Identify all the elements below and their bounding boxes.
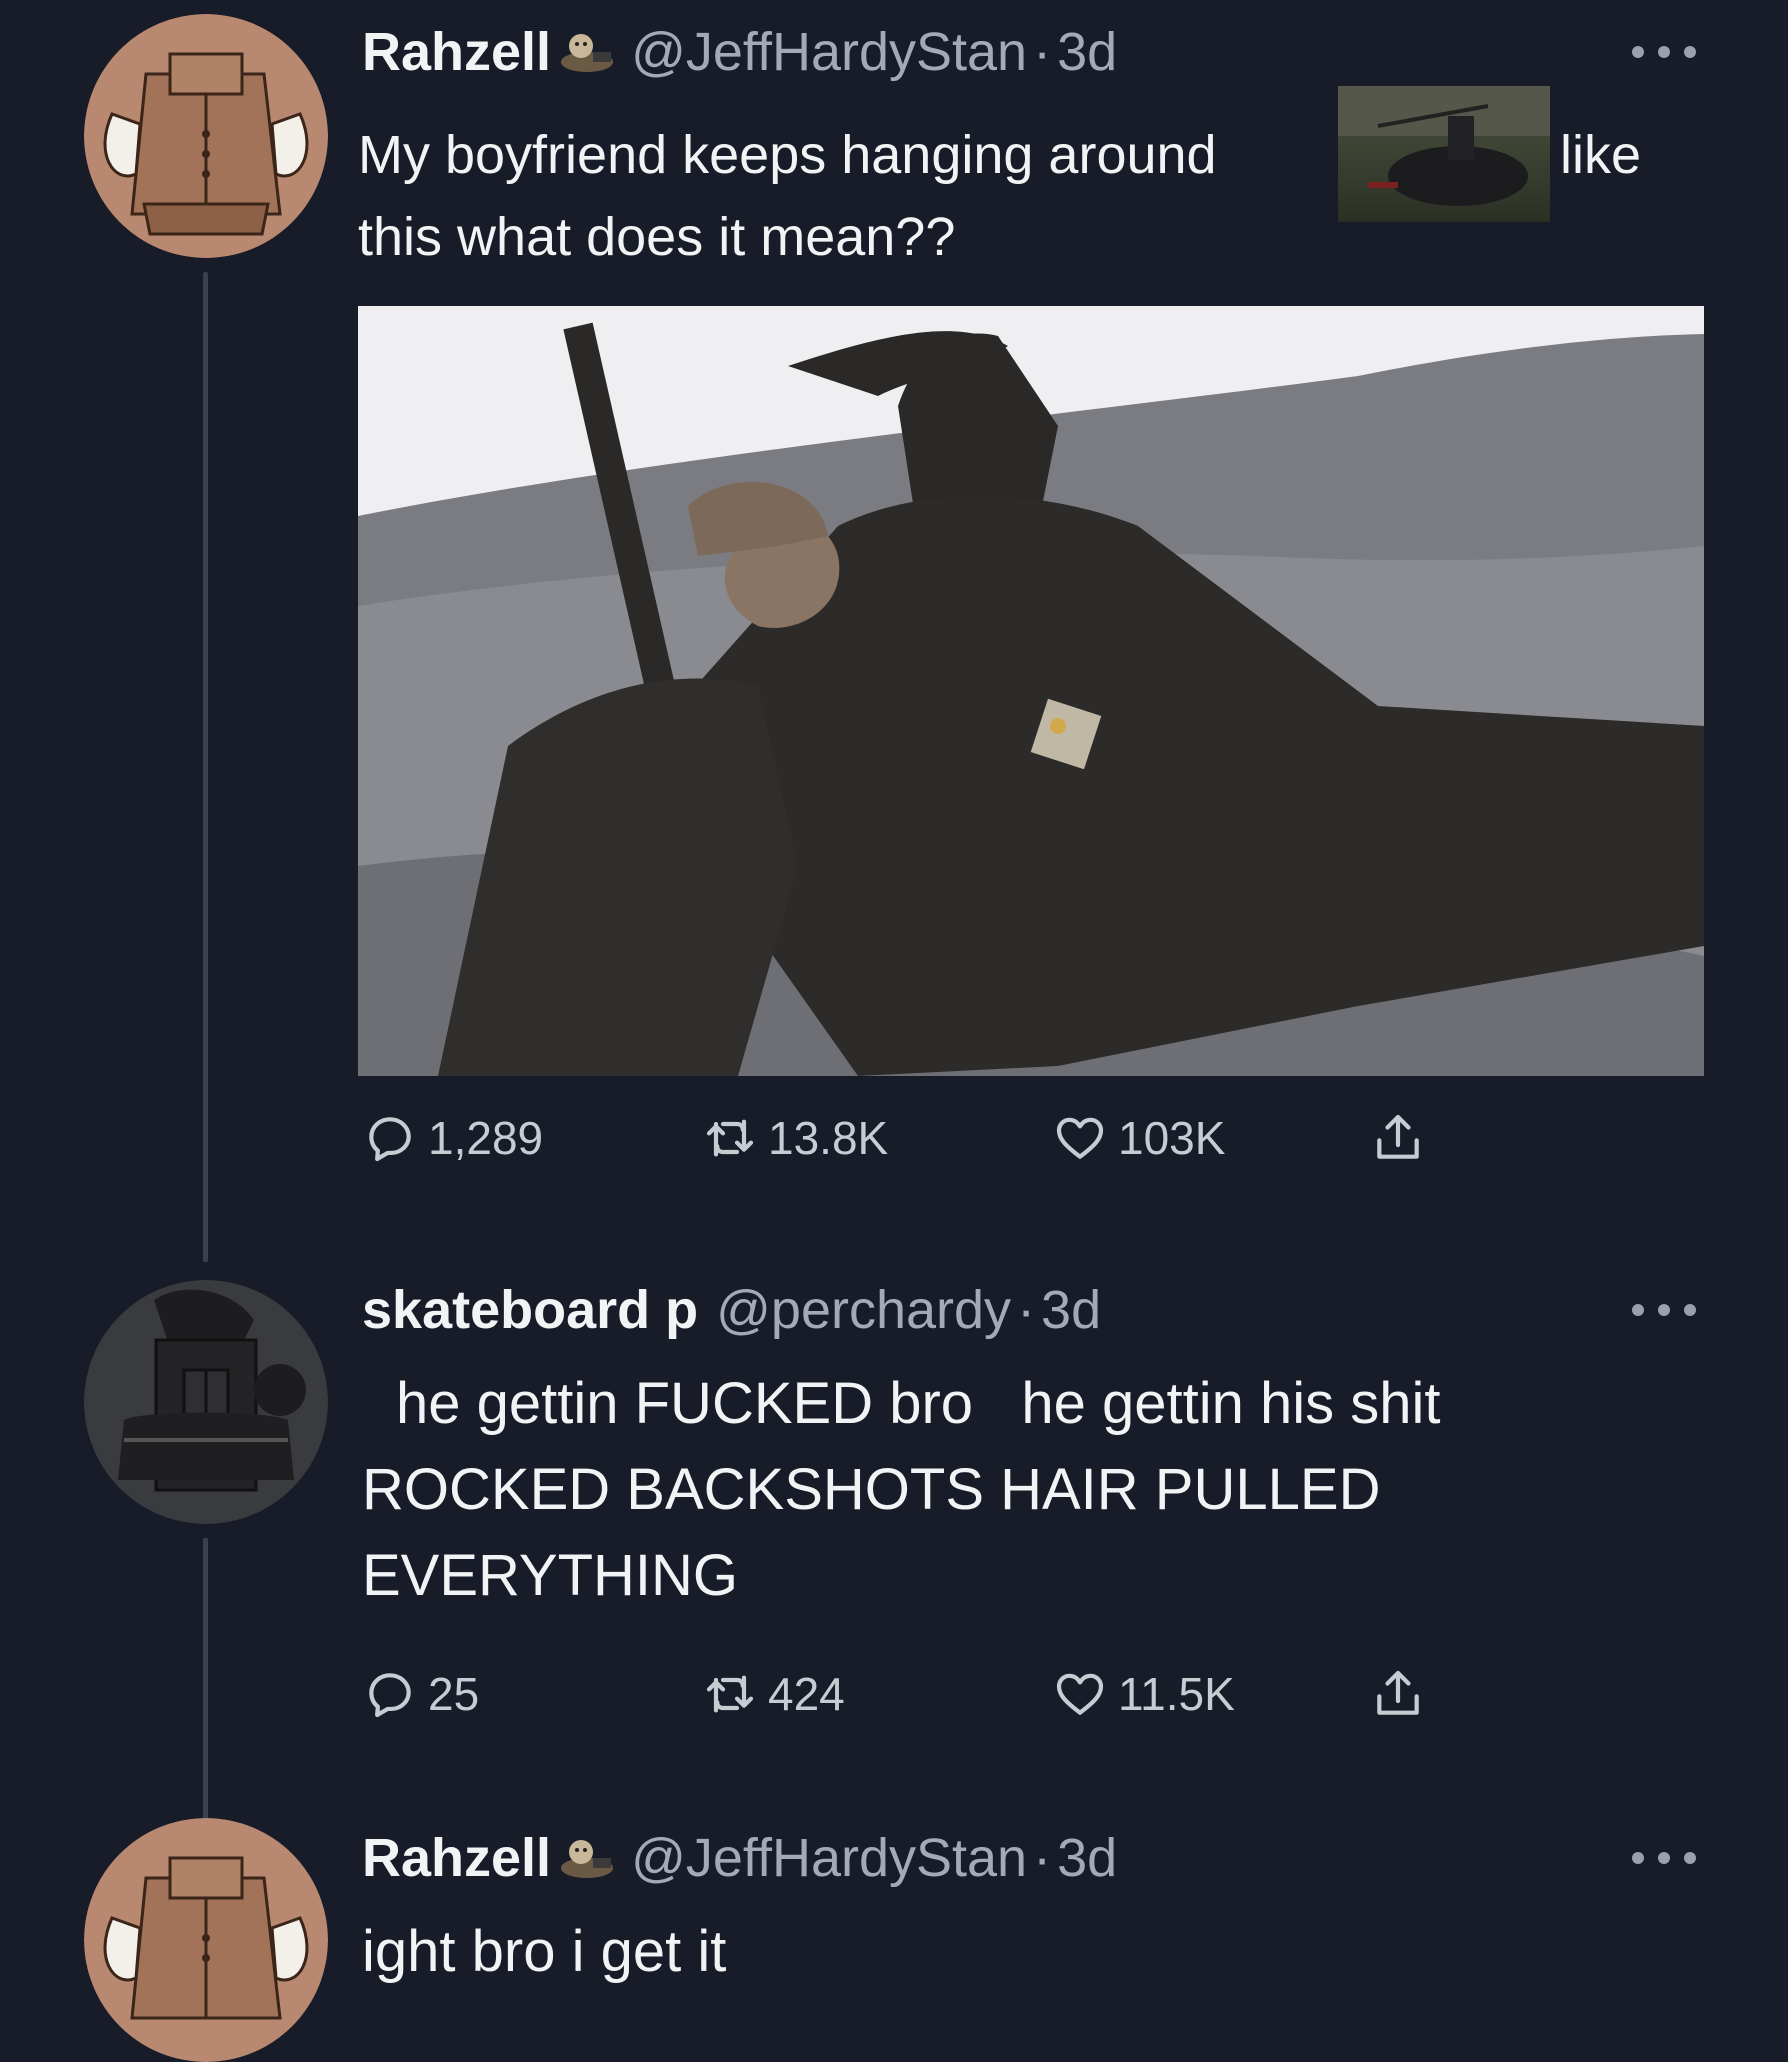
tweet-text: he gettin FUCKED bro he gettin his shit: [396, 1371, 1441, 1436]
avatar[interactable]: [84, 14, 328, 258]
reply-button[interactable]: 25: [362, 1666, 702, 1722]
tweet-header: skateboard p @perchardy · 3d: [362, 1278, 1101, 1342]
separator: ·: [1017, 1280, 1036, 1340]
more-icon[interactable]: [1632, 1298, 1696, 1322]
like-button[interactable]: 11.5K: [1052, 1666, 1370, 1722]
tweet-header: Rahzell @JeffHardyStan · 3d: [362, 1826, 1117, 1890]
share-icon: [1377, 1670, 1419, 1715]
retweet-button[interactable]: 13.8K: [702, 1110, 1052, 1166]
like-count: 103K: [1118, 1112, 1226, 1164]
tweet-actions: 25 424 11.5K: [362, 1666, 1426, 1722]
tweet-text: this what does it mean??: [358, 207, 956, 267]
retweet-button[interactable]: 424: [702, 1666, 1052, 1722]
handle[interactable]: @perchardy: [716, 1278, 1011, 1342]
tweet-header: Rahzell @JeffHardyStan · 3d: [362, 20, 1117, 84]
display-name[interactable]: skateboard p: [362, 1278, 698, 1342]
media-image[interactable]: [358, 306, 1704, 1076]
reply-icon: [369, 1673, 411, 1718]
avatar[interactable]: [84, 1818, 328, 2062]
retweet-icon: [706, 1119, 754, 1157]
share-icon: [1377, 1114, 1419, 1159]
tweet-text: ight bro i get it: [362, 1919, 727, 1984]
tweet-actions: 1,289 13.8K 103K: [362, 1110, 1426, 1166]
more-icon[interactable]: [1632, 1846, 1696, 1870]
reply-count: 25: [428, 1668, 480, 1720]
timestamp[interactable]: 3d: [1057, 20, 1117, 84]
handle[interactable]: @JeffHardyStan: [631, 1826, 1027, 1890]
like-button[interactable]: 103K: [1052, 1110, 1370, 1166]
like-count: 11.5K: [1118, 1668, 1235, 1720]
timestamp[interactable]: 3d: [1057, 1826, 1117, 1890]
timestamp[interactable]: 3d: [1041, 1278, 1101, 1342]
reply-count: 1,289: [428, 1112, 544, 1164]
heart-icon: [1056, 1117, 1104, 1159]
share-button[interactable]: [1370, 1110, 1426, 1166]
mascot-badge-icon: [557, 1834, 617, 1882]
inline-image[interactable]: [1338, 86, 1550, 222]
tweet-text: ROCKED BACKSHOTS HAIR PULLED: [362, 1457, 1381, 1522]
display-name[interactable]: Rahzell: [362, 1826, 551, 1890]
heart-icon: [1056, 1673, 1104, 1715]
separator: ·: [1033, 1828, 1052, 1888]
avatar[interactable]: [84, 1280, 328, 1524]
separator: ·: [1033, 22, 1052, 82]
retweet-icon: [706, 1675, 754, 1713]
reply-icon: [369, 1117, 411, 1162]
mascot-badge-icon: [557, 28, 617, 76]
thread-line: [203, 1538, 208, 1828]
handle[interactable]: @JeffHardyStan: [631, 20, 1027, 84]
display-name[interactable]: Rahzell: [362, 20, 551, 84]
share-button[interactable]: [1370, 1666, 1426, 1722]
retweet-count: 13.8K: [768, 1112, 889, 1164]
more-icon[interactable]: [1632, 40, 1696, 64]
reply-button[interactable]: 1,289: [362, 1110, 702, 1166]
retweet-count: 424: [768, 1668, 845, 1720]
tweet-text: My boyfriend keeps hanging around: [358, 125, 1217, 185]
tweet-text-continued: like: [1560, 125, 1642, 185]
thread-line: [203, 272, 208, 1262]
tweet-text: EVERYTHING: [362, 1543, 739, 1608]
